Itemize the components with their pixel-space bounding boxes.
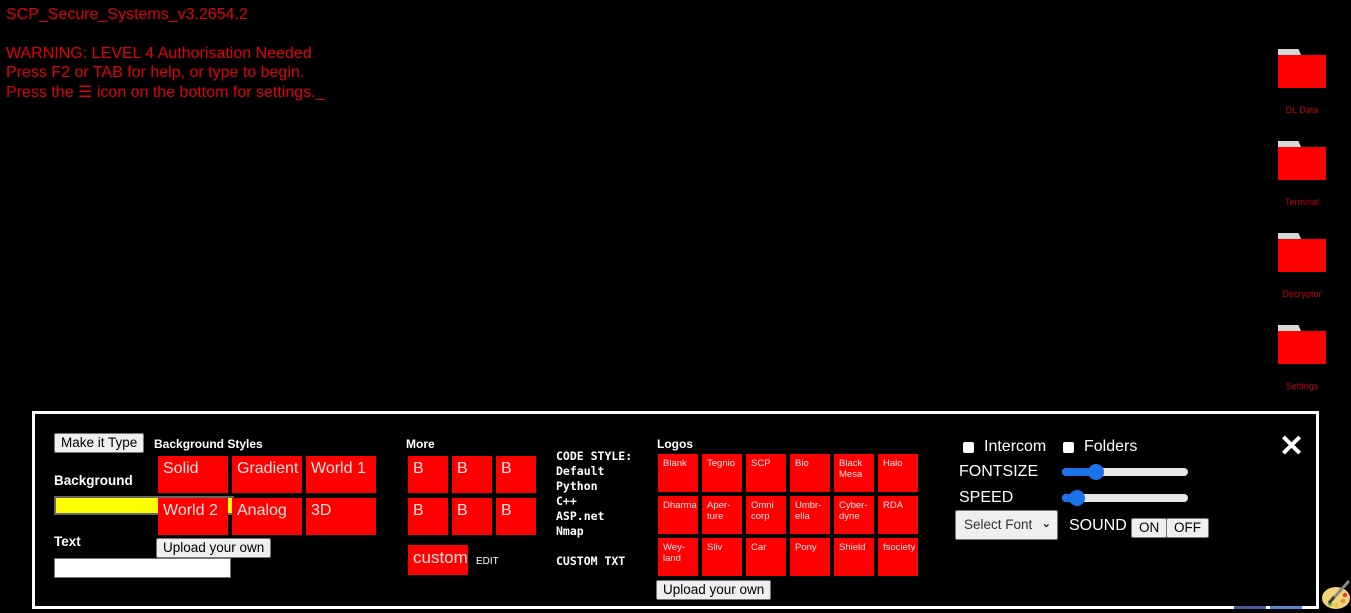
logo-option[interactable]: Aper-ture <box>702 496 742 534</box>
speed-label: SPEED <box>959 489 1014 506</box>
speed-slider[interactable] <box>1062 490 1188 506</box>
fontsize-label: FONTSIZE <box>959 463 1039 480</box>
more-option[interactable]: B <box>496 498 536 535</box>
code-style-default[interactable]: Default <box>556 464 632 479</box>
logo-option[interactable]: Blank <box>658 454 698 492</box>
bg-style-solid[interactable]: Solid <box>158 456 228 493</box>
terminal-line: WARNING: LEVEL 4 Authorisation Needed <box>6 44 312 62</box>
folder-label: Terminal <box>1284 197 1319 207</box>
intercom-checkbox[interactable] <box>963 441 974 453</box>
folder-icon-body <box>1278 55 1326 88</box>
more-option[interactable]: B <box>408 498 448 535</box>
text-label: Text <box>54 534 81 549</box>
logo-option[interactable]: Pony <box>790 538 830 576</box>
bg-style-world-2[interactable]: World 2 <box>158 498 228 535</box>
folder-terminal[interactable]: Terminal <box>1272 140 1332 232</box>
code-style-heading: CODE STYLE: <box>556 449 633 463</box>
folder-icon-body <box>1278 239 1326 272</box>
folder-dl-data[interactable]: DL Data <box>1272 48 1332 140</box>
code-style-cpp[interactable]: C++ <box>556 494 632 509</box>
text-color-input[interactable] <box>54 558 231 578</box>
paint-dot <box>1342 592 1348 598</box>
code-style-list: CODE STYLE: Default Python C++ ASP.net N… <box>556 449 632 539</box>
logo-option[interactable]: fsociety <box>878 538 918 576</box>
palette-icon[interactable] <box>1320 577 1351 611</box>
folders-toggle[interactable]: Folders <box>1063 438 1137 456</box>
logo-option[interactable]: Black Mesa <box>834 454 874 492</box>
code-style-aspnet[interactable]: ASP.net <box>556 509 632 524</box>
bg-style-analog[interactable]: Analog <box>232 498 302 535</box>
intercom-toggle[interactable]: Intercom <box>963 438 1046 456</box>
paint-dot <box>1340 598 1346 604</box>
folder-label: DL Data <box>1285 105 1319 115</box>
logo-option[interactable]: Wey-land <box>658 538 698 576</box>
folders-label: Folders <box>1084 438 1138 455</box>
logo-option[interactable]: Halo <box>878 454 918 492</box>
folder-icon-body <box>1278 147 1326 180</box>
logo-option[interactable]: Umbr-ella <box>790 496 830 534</box>
folder-decryptor[interactable]: Decryptor <box>1272 232 1332 324</box>
edit-link[interactable]: EDIT <box>476 556 499 567</box>
logo-option[interactable]: SCP <box>746 454 786 492</box>
custom-txt-link[interactable]: CUSTOM TXT <box>556 554 625 568</box>
logo-option[interactable]: Car <box>746 538 786 576</box>
terminal-output: SCP_Secure_Systems_v3.2654.2 WARNING: LE… <box>6 5 325 102</box>
terminal-line: Press F2 or TAB for help, or type to beg… <box>6 64 305 81</box>
folder-label: Settings <box>1285 381 1319 391</box>
system-title: SCP_Secure_Systems_v3.2654.2 <box>6 6 248 23</box>
custom-button[interactable]: custom <box>408 545 468 575</box>
upload-logo-button[interactable]: Upload your own <box>656 580 772 600</box>
terminal-line: Press the ☰ icon on the bottom for setti… <box>6 83 325 101</box>
logo-option[interactable]: RDA <box>878 496 918 534</box>
logo-option[interactable]: Cyber-dyne <box>834 496 874 534</box>
upload-background-button[interactable]: Upload your own <box>156 538 272 558</box>
close-icon[interactable]: ✕ <box>1279 432 1304 462</box>
more-option[interactable]: B <box>452 456 492 493</box>
sound-off-button[interactable]: OFF <box>1166 518 1209 538</box>
logos-heading: Logos <box>657 437 693 451</box>
font-select-value: Select Font <box>964 517 1033 532</box>
make-it-type-button[interactable]: Make it Type <box>54 433 145 453</box>
taskbar-item[interactable] <box>1270 606 1302 609</box>
bg-style-world-1[interactable]: World 1 <box>306 456 376 493</box>
bg-style-gradient[interactable]: Gradient <box>232 456 302 493</box>
background-styles-heading: Background Styles <box>154 437 263 451</box>
logo-option[interactable]: Tegnio <box>702 454 742 492</box>
folder-icon-body <box>1278 331 1326 364</box>
bg-style-3d[interactable]: 3D <box>306 498 376 535</box>
code-style-python[interactable]: Python <box>556 479 632 494</box>
folders-checkbox[interactable] <box>1063 441 1074 453</box>
slider-thumb[interactable] <box>1069 490 1086 506</box>
font-select[interactable]: Select Font ⌄ <box>955 510 1058 540</box>
more-heading: More <box>406 437 435 451</box>
fontsize-slider[interactable] <box>1062 464 1188 480</box>
settings-panel: Make it Type Background Styles Backgroun… <box>32 411 1319 609</box>
more-option[interactable]: B <box>408 456 448 493</box>
intercom-label: Intercom <box>984 438 1047 455</box>
folder-settings[interactable]: Settings <box>1272 324 1332 416</box>
code-style-nmap[interactable]: Nmap <box>556 524 632 539</box>
logo-option[interactable]: Bio <box>790 454 830 492</box>
more-option[interactable]: B <box>452 498 492 535</box>
desktop-folders: DL Data Terminal Decryptor Settings <box>1272 48 1332 416</box>
logo-option[interactable]: Shield <box>834 538 874 576</box>
logo-option[interactable]: Sliv <box>702 538 742 576</box>
background-label: Background <box>54 473 133 488</box>
chevron-down-icon: ⌄ <box>1041 518 1051 530</box>
sound-label: SOUND <box>1069 517 1127 534</box>
slider-thumb[interactable] <box>1088 464 1105 480</box>
logo-option[interactable]: Dharma <box>658 496 698 534</box>
sound-on-button[interactable]: ON <box>1131 518 1168 538</box>
paint-dot <box>1333 602 1339 608</box>
taskbar-item[interactable] <box>1234 606 1266 609</box>
more-option[interactable]: B <box>496 456 536 493</box>
logo-option[interactable]: Omni corp <box>746 496 786 534</box>
folder-label: Decryptor <box>1282 289 1322 299</box>
